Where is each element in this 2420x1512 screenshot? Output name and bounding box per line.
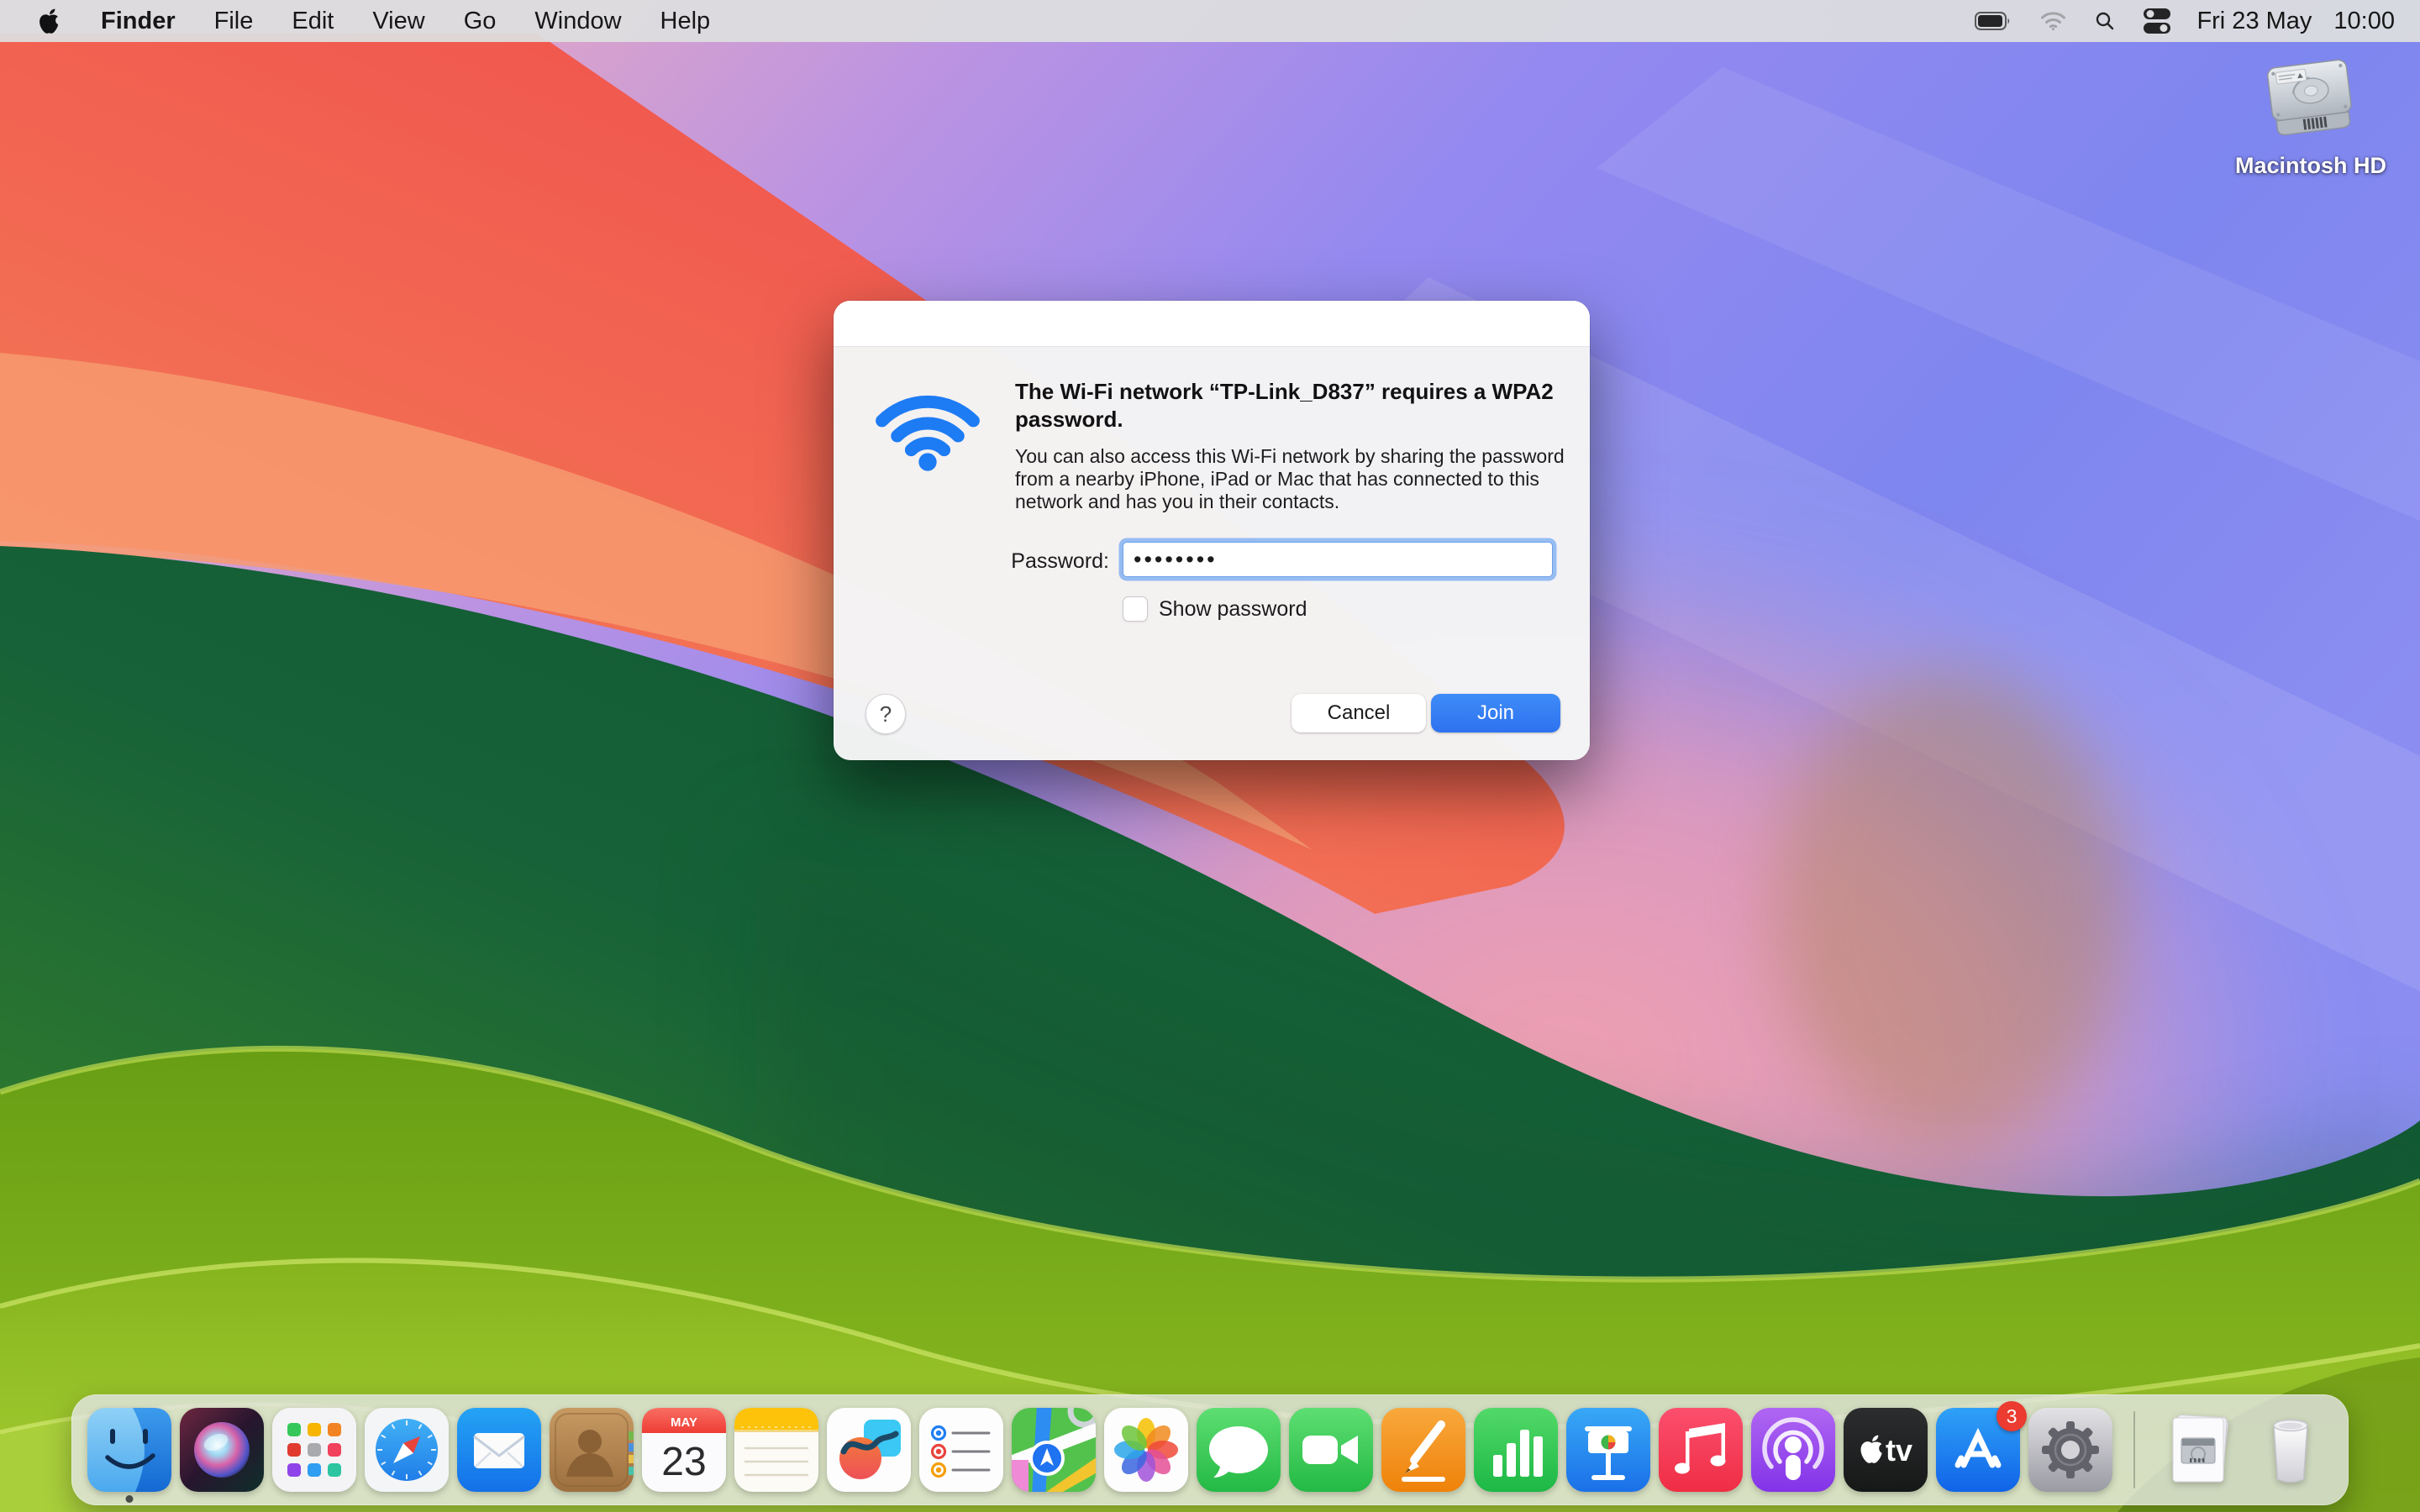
menu-bar-left: Finder File Edit View Go Window Help — [0, 0, 729, 42]
cancel-button[interactable]: Cancel — [1292, 694, 1426, 732]
maps-icon — [1012, 1408, 1096, 1492]
pages-icon — [1381, 1408, 1465, 1492]
dock-item-appstore[interactable]: 3 — [1936, 1401, 2027, 1492]
join-button[interactable]: Join — [1431, 694, 1560, 732]
menu-item-edit[interactable]: Edit — [272, 0, 353, 42]
dock-item-trash[interactable] — [2249, 1408, 2333, 1492]
svg-text:MAY: MAY — [671, 1415, 697, 1430]
trash-icon — [2273, 1419, 2308, 1483]
dialog-title: The Wi-Fi network “TP-Link_D837” require… — [1015, 379, 1554, 432]
dock-item-music[interactable] — [1659, 1408, 1743, 1492]
desktop: Finder File Edit View Go Window Help Fri 23 Ma… — [0, 0, 2420, 1512]
hard-drive-icon — [2267, 59, 2352, 136]
dock-item-keynote[interactable] — [1566, 1408, 1650, 1492]
help-button[interactable]: ? — [865, 694, 906, 734]
numbers-icon — [1474, 1408, 1558, 1492]
dock-item-finder[interactable] — [87, 1408, 171, 1503]
menu-item-finder[interactable]: Finder — [82, 0, 195, 42]
mail-icon — [457, 1408, 541, 1492]
dock-item-safari[interactable] — [365, 1408, 449, 1492]
menu-item-window[interactable]: Window — [515, 0, 640, 42]
svg-text:23: 23 — [661, 1440, 706, 1484]
menu-bar-clock[interactable]: Fri 23 May 10:00 — [2185, 8, 2420, 35]
menu-item-file[interactable]: File — [195, 0, 273, 42]
music-icon — [1659, 1408, 1743, 1492]
dock-item-pages[interactable] — [1381, 1408, 1465, 1492]
dock-item-siri[interactable] — [180, 1408, 264, 1492]
apple-tv-icon: tv — [1844, 1408, 1928, 1492]
dock-separator — [2133, 1411, 2135, 1488]
menu-bar-right: Fri 23 May 10:00 — [1960, 0, 2420, 42]
dialog-titlebar[interactable] — [834, 301, 1590, 347]
password-label: Password: — [1011, 549, 1109, 573]
siri-icon — [180, 1408, 264, 1492]
dock-item-maps[interactable] — [1012, 1408, 1096, 1492]
show-password-row: Show password — [1123, 596, 1307, 622]
question-mark-icon: ? — [879, 701, 892, 727]
freeform-icon — [827, 1408, 911, 1492]
running-indicator — [125, 1495, 134, 1503]
system-settings-gear-icon — [2028, 1408, 2112, 1492]
notification-badge: 3 — [1996, 1401, 2027, 1431]
dock-item-photos[interactable] — [1104, 1408, 1188, 1492]
notes-icon — [734, 1408, 818, 1492]
show-password-checkbox[interactable] — [1123, 596, 1148, 622]
dock-item-reminders[interactable] — [919, 1408, 1003, 1492]
dock-item-notes[interactable] — [734, 1408, 818, 1492]
safari-icon — [365, 1408, 449, 1492]
menu-item-view[interactable]: View — [353, 0, 444, 42]
launchpad-icon — [272, 1408, 356, 1492]
reminders-icon — [919, 1408, 1003, 1492]
dock-item-settings[interactable] — [2028, 1408, 2112, 1492]
menu-item-go[interactable]: Go — [445, 0, 516, 42]
dock: MAY 23 tv 3 — [71, 1394, 2349, 1505]
clock-time: 10:00 — [2333, 7, 2395, 34]
photos-icon — [1104, 1408, 1188, 1492]
battery-icon[interactable] — [1960, 11, 2026, 31]
dock-item-calendar[interactable]: MAY 23 — [642, 1408, 726, 1492]
dock-item-tv[interactable]: tv — [1844, 1408, 1928, 1492]
dock-item-launchpad[interactable] — [272, 1408, 356, 1492]
show-password-label: Show password — [1159, 596, 1307, 621]
dock-item-facetime[interactable] — [1289, 1408, 1373, 1492]
messages-icon — [1197, 1408, 1281, 1492]
keynote-icon — [1566, 1408, 1650, 1492]
dock-item-mail[interactable] — [457, 1408, 541, 1492]
wifi-password-dialog: The Wi-Fi network “TP-Link_D837” require… — [834, 301, 1590, 760]
dialog-body-text: You can also access this Wi-Fi network b… — [1015, 445, 1565, 512]
facetime-icon — [1289, 1408, 1373, 1492]
podcasts-icon — [1751, 1408, 1835, 1492]
documents-stack-icon — [2172, 1415, 2229, 1483]
calendar-icon: MAY 23 — [642, 1408, 726, 1492]
finder-icon — [87, 1408, 171, 1492]
wifi-icon — [876, 395, 980, 471]
dock-item-messages[interactable] — [1197, 1408, 1281, 1492]
desktop-icon-label: Macintosh HD — [2235, 153, 2387, 178]
dock-item-freeform[interactable] — [827, 1408, 911, 1492]
control-center-icon[interactable] — [2129, 8, 2185, 34]
spotlight-search-icon[interactable] — [2081, 11, 2129, 31]
svg-text:tv: tv — [1886, 1433, 1912, 1467]
apple-logo-icon[interactable] — [0, 7, 82, 35]
menu-bar: Finder File Edit View Go Window Help Fri 23 Ma… — [0, 0, 2420, 42]
dock-item-podcasts[interactable] — [1751, 1408, 1835, 1492]
dock-item-contacts[interactable] — [550, 1408, 634, 1492]
wifi-icon[interactable] — [2026, 11, 2081, 31]
contacts-icon — [550, 1408, 634, 1492]
password-input[interactable] — [1123, 542, 1553, 577]
dock-item-numbers[interactable] — [1474, 1408, 1558, 1492]
clock-date: Fri 23 May — [2196, 7, 2312, 34]
dock-item-stack[interactable] — [2156, 1408, 2240, 1492]
menu-item-help[interactable]: Help — [641, 0, 730, 42]
desktop-icon-macintosh-hd[interactable]: Macintosh HD — [2235, 52, 2386, 179]
